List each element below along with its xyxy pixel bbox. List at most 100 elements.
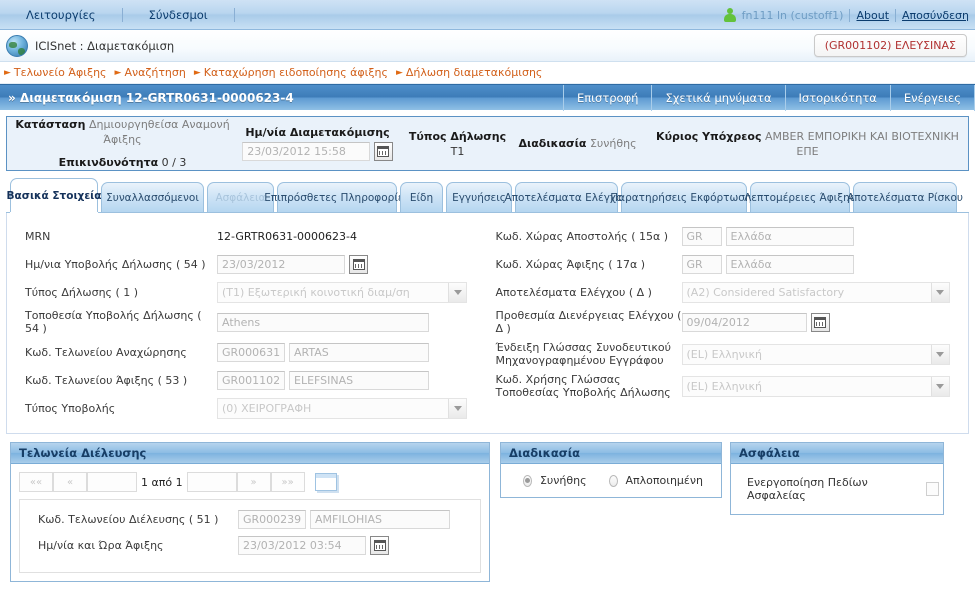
tab-risk-results[interactable]: Αποτελέσματα Ρίσκου [847, 182, 963, 212]
globe-icon [6, 34, 28, 57]
submission-date-input[interactable] [217, 254, 345, 274]
tab-goods[interactable]: Είδη [400, 182, 443, 212]
calendar-icon [373, 540, 386, 551]
pager-next-button[interactable]: » [236, 472, 271, 492]
calendar-button[interactable] [349, 254, 368, 274]
transit-office-label: Κωδ. Τελωνείου Διέλευσης ( 51 ) [38, 513, 219, 526]
field-mrn: MRN 12-GRTR0631-0000623-4 [17, 225, 484, 247]
control-results-label: Αποτελέσματα Ελέγχου ( Δ ) [495, 285, 652, 299]
breadcrumb-item-arrival-office[interactable]: ► Τελωνείο Άφιξης [4, 66, 115, 79]
arrow-right-icon: ► [4, 67, 11, 78]
departure-office-label: Κωδ. Τελωνείου Αναχώρησης [25, 345, 187, 359]
submission-type-label: Τύπος Υποβολής [25, 401, 116, 415]
action-actions[interactable]: Ενέργειες [889, 84, 975, 111]
control-results-select[interactable]: (A2) Considered Satisfactory [681, 281, 950, 303]
arrival-country-code-input[interactable] [681, 254, 722, 274]
risk-row: Επικινδυνότητα 0 / 3 [15, 155, 230, 170]
form-left-column: MRN 12-GRTR0631-0000623-4 Ημ/νια Υποβολή… [17, 225, 484, 425]
top-menu-bar: Λειτουργίες Σύνδεσμοι fn111 ln (custoff1… [0, 0, 975, 30]
document-language-select-wrap: (EL) Ελληνική [681, 343, 950, 365]
page-title: » Διαμετακόμιση 12-GRTR0631-0000623-4 [8, 90, 294, 105]
radio-simplified[interactable] [608, 474, 618, 487]
tab-additional-information[interactable]: Επιπρόσθετες Πληροφορίες [264, 182, 410, 212]
transit-date-input[interactable] [242, 142, 371, 161]
about-link[interactable]: About [856, 9, 889, 22]
calendar-button[interactable] [370, 536, 389, 555]
procedure-panel: Διαδικασία Συνήθης Απλοποιημένη [500, 442, 722, 498]
declaration-type-label: Τύπος Δήλωσης [408, 129, 507, 143]
arrival-office-name-input[interactable] [289, 370, 429, 390]
field-declaration-location: Τοποθεσία Υποβολής Δήλωσης ( 54 ) [17, 309, 484, 335]
departure-office-name-input[interactable] [289, 342, 429, 362]
arrival-datetime-input[interactable] [238, 536, 366, 555]
document-language-select[interactable]: (EL) Ελληνική [681, 343, 950, 365]
divider [849, 8, 851, 22]
breadcrumb-label: Καταχώρηση ειδοποίησης άφιξης [203, 66, 388, 79]
menu-divider [233, 7, 235, 22]
declaration-type-row: Τύπος Δήλωσης T1 [405, 129, 510, 159]
content-area: Κατάσταση Δημιουργηθείσα Αναμονή Άφιξης … [0, 110, 975, 582]
security-checkbox-row: Ενεργοποίηση Πεδίων Ασφαλείας [735, 466, 939, 512]
action-related-messages[interactable]: Σχετικά μηνύματα [651, 84, 784, 111]
tab-control-results[interactable]: Αποτελέσματα Ελέγχου [505, 182, 628, 212]
pager-prev-button[interactable]: « [53, 472, 87, 492]
status-state-row: Κατάσταση Δημιουργηθείσα Αναμονή Άφιξης [15, 117, 230, 147]
calendar-icon [377, 146, 390, 157]
basic-data-form: MRN 12-GRTR0631-0000623-4 Ημ/νια Υποβολή… [6, 213, 969, 434]
new-record-icon[interactable] [314, 473, 337, 491]
location-language-select[interactable]: (EL) Ελληνική [681, 375, 950, 397]
submission-date-label: Ημ/νια Υποβολής Δήλωσης ( 54 ) [25, 257, 206, 271]
arrival-office-label: Κωδ. Τελωνείου Άφιξης ( 53 ) [25, 373, 188, 387]
user-icon [723, 8, 736, 22]
current-user-label: fn111 ln (custoff1) [741, 8, 844, 22]
tab-basic-data[interactable]: Βασικά Στοιχεία [7, 178, 101, 212]
principal-cell: Κύριος Υπόχρεος AMBER ΕΜΠΟΡΙΚΗ ΚΑΙ ΒΙΟΤΕ… [645, 129, 960, 159]
tab-traders[interactable]: Συναλλασσόμενοι [101, 182, 204, 212]
logout-link[interactable]: Αποσύνδεση [902, 9, 969, 22]
arrival-office-code-input[interactable] [217, 370, 285, 390]
procedure-radio-group: Συνήθης Απλοποιημένη [505, 466, 717, 495]
action-history[interactable]: Ιστορικότητα [784, 84, 890, 111]
security-checkbox[interactable] [925, 482, 939, 496]
pager: «« « 1 από 1 » »» [19, 472, 481, 492]
transit-office-name-input[interactable] [310, 510, 450, 529]
dispatch-country-name-input[interactable] [725, 226, 854, 246]
transit-office-code-input[interactable] [238, 510, 306, 529]
pager-last-button[interactable]: »» [270, 472, 305, 492]
location-language-select-wrap: (EL) Ελληνική [681, 375, 950, 397]
security-panel-body: Ενεργοποίηση Πεδίων Ασφαλείας [731, 464, 943, 514]
breadcrumb-item-search[interactable]: ► Αναζήτηση [115, 66, 194, 79]
tab-unloading-remarks[interactable]: Παρατηρήσεις Εκφόρτωσης [610, 182, 758, 212]
arrival-country-name-input[interactable] [725, 254, 854, 274]
tab-guarantees[interactable]: Εγγυήσεις [446, 182, 512, 212]
breadcrumb-item-register-arrival-notice[interactable]: ► Καταχώρηση ειδοποίησης άφιξης [194, 66, 396, 79]
calendar-button[interactable] [373, 142, 393, 161]
breadcrumb-label: Δήλωση διαμετακόμισης [405, 66, 543, 79]
radio-normal[interactable] [523, 474, 532, 487]
departure-office-code-input[interactable] [217, 342, 285, 362]
declaration-type-select[interactable]: (T1) Εξωτερική κοινοτική διαμ/ση [217, 281, 467, 303]
submission-type-select[interactable]: (0) ΧΕΙΡΟΓΡΑΦΗ [217, 397, 467, 419]
radio-normal-label: Συνήθης [539, 474, 587, 487]
dispatch-country-label: Κωδ. Χώρας Αποστολής ( 15α ) [495, 229, 669, 243]
calendar-button[interactable] [810, 312, 830, 332]
declaration-type-label: Τύπος Δήλωσης ( 1 ) [25, 285, 139, 299]
action-back[interactable]: Επιστροφή [562, 84, 652, 111]
menu-item-functions[interactable]: Λειτουργίες [0, 0, 122, 30]
breadcrumb-label: Τελωνείο Άφιξης [13, 66, 107, 79]
menu-item-links[interactable]: Σύνδεσμοι [123, 0, 234, 30]
status-summary-panel: Κατάσταση Δημιουργηθείσα Αναμονή Άφιξης … [6, 116, 969, 171]
submission-type-select-wrap: (0) ΧΕΙΡΟΓΡΑΦΗ [217, 397, 467, 419]
arrow-right-icon: ► [193, 67, 201, 78]
customs-office-badge: (GR001102) ΕΛΕΥΣΙΝΑΣ [813, 34, 967, 57]
dispatch-country-code-input[interactable] [681, 226, 722, 246]
pager-first-button[interactable]: «« [19, 472, 53, 492]
declaration-type-value: T1 [450, 144, 465, 158]
security-checkbox-label: Ενεργοποίηση Πεδίων Ασφαλείας [747, 476, 868, 502]
control-deadline-input[interactable] [681, 312, 807, 332]
declaration-location-input[interactable] [217, 312, 429, 332]
tab-bar: Βασικά Στοιχεία Συναλλασσόμενοι Ασφάλεια… [6, 178, 969, 213]
breadcrumb-label: Αναζήτηση [124, 66, 186, 79]
tab-arrival-details[interactable]: Λεπτομέρειες Άφιξης [744, 182, 856, 212]
breadcrumb-item-transit-declaration[interactable]: ► Δήλωση διαμετακόμισης [396, 66, 550, 79]
